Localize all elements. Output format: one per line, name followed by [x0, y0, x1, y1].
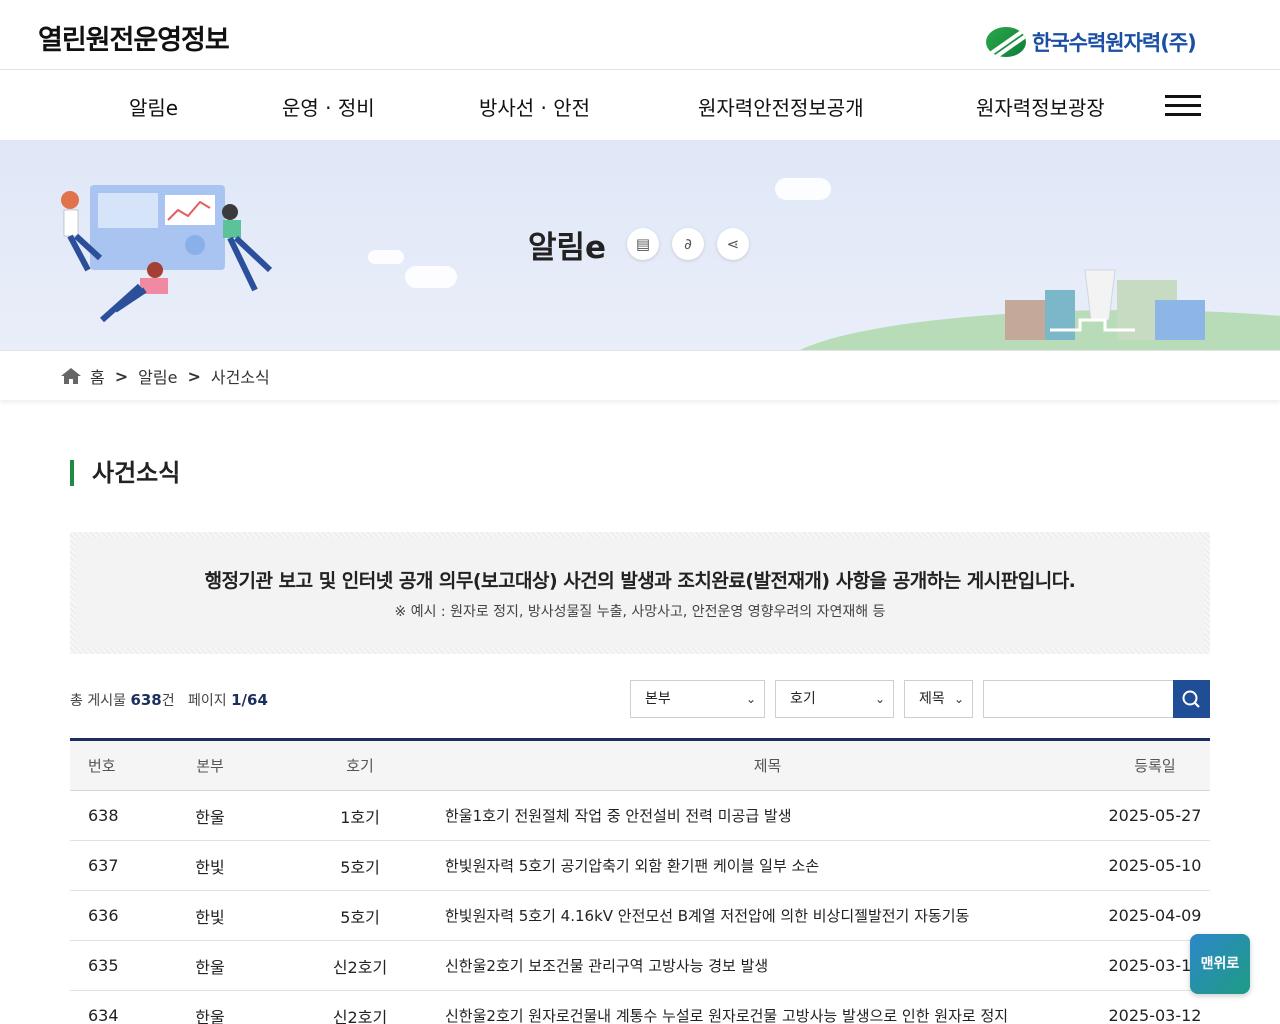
cell-hq: 한울	[195, 1007, 225, 1024]
cell-date: 2025-03-12	[1108, 1006, 1202, 1024]
print-icon[interactable]: ▤	[627, 228, 659, 260]
table-row[interactable]: 635 한울 신2호기 신한울2호기 보조건물 관리구역 고방사능 경보 발생 …	[70, 941, 1210, 991]
link-icon[interactable]: ∂	[672, 228, 704, 260]
total-unit: 건	[161, 693, 175, 709]
share-icon[interactable]: ⋖	[717, 228, 749, 260]
gnb-item-notice[interactable]: 알림e	[129, 92, 178, 121]
headquarters-select[interactable]: 본부 ⌄	[630, 680, 765, 718]
table-header: 번호 본부 호기 제목 등록일	[70, 741, 1210, 791]
breadcrumb: 홈 > 알림e > 사건소식	[60, 364, 270, 388]
cell-date: 2025-04-09	[1108, 906, 1202, 925]
site-title[interactable]: 열린원전운영정보	[38, 18, 230, 57]
gnb-item-safety-info[interactable]: 원자력안전정보공개	[698, 92, 864, 121]
cell-hq: 한울	[195, 957, 225, 977]
chevron-down-icon: ⌄	[874, 692, 885, 706]
cell-hq: 한빛	[195, 907, 225, 927]
power-plant-illustration	[1005, 269, 1205, 340]
chevron-down-icon: ⌄	[745, 692, 756, 706]
notice-box: 행정기관 보고 및 인터넷 공개 의무(보고대상) 사건의 발생과 조치완료(발…	[70, 532, 1210, 654]
cell-number: 638	[88, 806, 119, 825]
table-row[interactable]: 637 한빛 5호기 한빛원자력 5호기 공기압축기 외함 환기팬 케이블 일부…	[70, 841, 1210, 891]
breadcrumb-separator: >	[114, 366, 129, 386]
page-title: 사건소식	[70, 460, 180, 486]
logo-mark-icon	[986, 27, 1026, 57]
cloud-decoration	[775, 178, 831, 200]
top-header: 열린원전운영정보 한국수력원자력(주)	[0, 0, 1280, 70]
unit-select[interactable]: 호기 ⌄	[775, 680, 894, 718]
back-to-top-button[interactable]: 맨위로	[1190, 934, 1250, 994]
cell-unit: 5호기	[340, 907, 380, 927]
incident-table: 번호 본부 호기 제목 등록일 638 한울 1호기 한울1호기 전원절체 작업…	[70, 738, 1210, 1024]
gnb-item-info-plaza[interactable]: 원자력정보광장	[976, 92, 1105, 121]
cell-unit: 신2호기	[332, 1007, 388, 1024]
visual-title: 알림e	[528, 230, 607, 266]
gnb-item-operation[interactable]: 운영 · 정비	[282, 92, 375, 121]
cell-title-link[interactable]: 한빛원자력 5호기 공기압축기 외함 환기팬 케이블 일부 소손	[435, 841, 1100, 890]
search-button[interactable]	[1173, 680, 1210, 718]
khnp-logo[interactable]: 한국수력원자력(주)	[986, 26, 1197, 58]
list-count: 총 게시물 638건 페이지 1/64	[70, 690, 268, 710]
cell-number: 637	[88, 856, 119, 875]
global-nav: 알림e 운영 · 정비 방사선 · 안전 원자력안전정보공개 원자력정보광장	[0, 70, 1280, 140]
chevron-down-icon: ⌄	[953, 692, 964, 706]
cell-title-link[interactable]: 한빛원자력 5호기 4.16kV 안전모선 B계열 저전압에 의한 비상디젤발전…	[435, 891, 1100, 940]
cell-date: 2025-05-27	[1108, 806, 1202, 825]
breadcrumb-home[interactable]: 홈	[90, 364, 105, 388]
breadcrumb-bar: 홈 > 알림e > 사건소식	[0, 350, 1280, 400]
logo-text: 한국수력원자력(주)	[1032, 31, 1197, 55]
headquarters-select-value: 본부	[645, 691, 671, 707]
table-row[interactable]: 636 한빛 5호기 한빛원자력 5호기 4.16kV 안전모선 B계열 저전압…	[70, 891, 1210, 941]
breadcrumb-level1[interactable]: 알림e	[138, 364, 177, 388]
menu-hamburger-icon[interactable]	[1165, 95, 1201, 117]
col-header-number: 번호	[88, 757, 116, 775]
sub-visual-banner: 알림e ▤ ∂ ⋖	[0, 140, 1280, 350]
cell-number: 636	[88, 906, 119, 925]
cell-hq: 한울	[195, 807, 225, 827]
breadcrumb-separator: >	[187, 366, 201, 386]
search-icon	[1182, 690, 1200, 708]
people-illustration	[61, 185, 273, 323]
notice-main-text: 행정기관 보고 및 인터넷 공개 의무(보고대상) 사건의 발생과 조치완료(발…	[204, 570, 1076, 592]
cell-hq: 한빛	[195, 857, 225, 877]
col-header-hq: 본부	[196, 757, 224, 775]
cell-number: 634	[88, 1006, 119, 1024]
cell-unit: 1호기	[340, 807, 380, 827]
col-header-unit: 호기	[346, 757, 374, 775]
page-value: 1/64	[231, 691, 268, 709]
cloud-decoration	[368, 250, 404, 264]
page-label: 페이지	[188, 693, 227, 709]
col-header-date: 등록일	[1134, 757, 1176, 775]
total-count: 638	[130, 691, 162, 709]
cell-title-link[interactable]: 신한울2호기 보조건물 관리구역 고방사능 경보 발생	[435, 941, 1100, 990]
home-icon[interactable]	[60, 367, 82, 385]
cloud-decoration	[405, 266, 457, 288]
cell-title-link[interactable]: 한울1호기 전원절체 작업 중 안전설비 전력 미공급 발생	[435, 791, 1100, 840]
cell-unit: 신2호기	[332, 957, 388, 977]
total-label: 총 게시물	[70, 693, 126, 709]
cell-unit: 5호기	[340, 857, 380, 877]
breadcrumb-level2[interactable]: 사건소식	[211, 364, 270, 388]
cell-date: 2025-05-10	[1108, 856, 1202, 875]
notice-sub-text: ※ 예시 : 원자로 정지, 방사성물질 누출, 사망사고, 안전운영 영향우려…	[394, 604, 886, 620]
search-field-select-value: 제목	[919, 691, 945, 707]
table-row[interactable]: 638 한울 1호기 한울1호기 전원절체 작업 중 안전설비 전력 미공급 발…	[70, 791, 1210, 841]
table-row[interactable]: 634 한울 신2호기 신한울2호기 원자로건물내 계통수 누설로 원자로건물 …	[70, 991, 1210, 1024]
search-field-select[interactable]: 제목 ⌄	[904, 680, 973, 718]
col-header-title: 제목	[753, 757, 782, 775]
gnb-item-radiation[interactable]: 방사선 · 안전	[479, 92, 590, 121]
unit-select-value: 호기	[790, 691, 816, 707]
cell-title-link[interactable]: 신한울2호기 원자로건물내 계통수 누설로 원자로건물 고방사능 발생으로 인한…	[435, 991, 1100, 1024]
cell-number: 635	[88, 956, 119, 975]
search-input[interactable]	[983, 680, 1175, 718]
